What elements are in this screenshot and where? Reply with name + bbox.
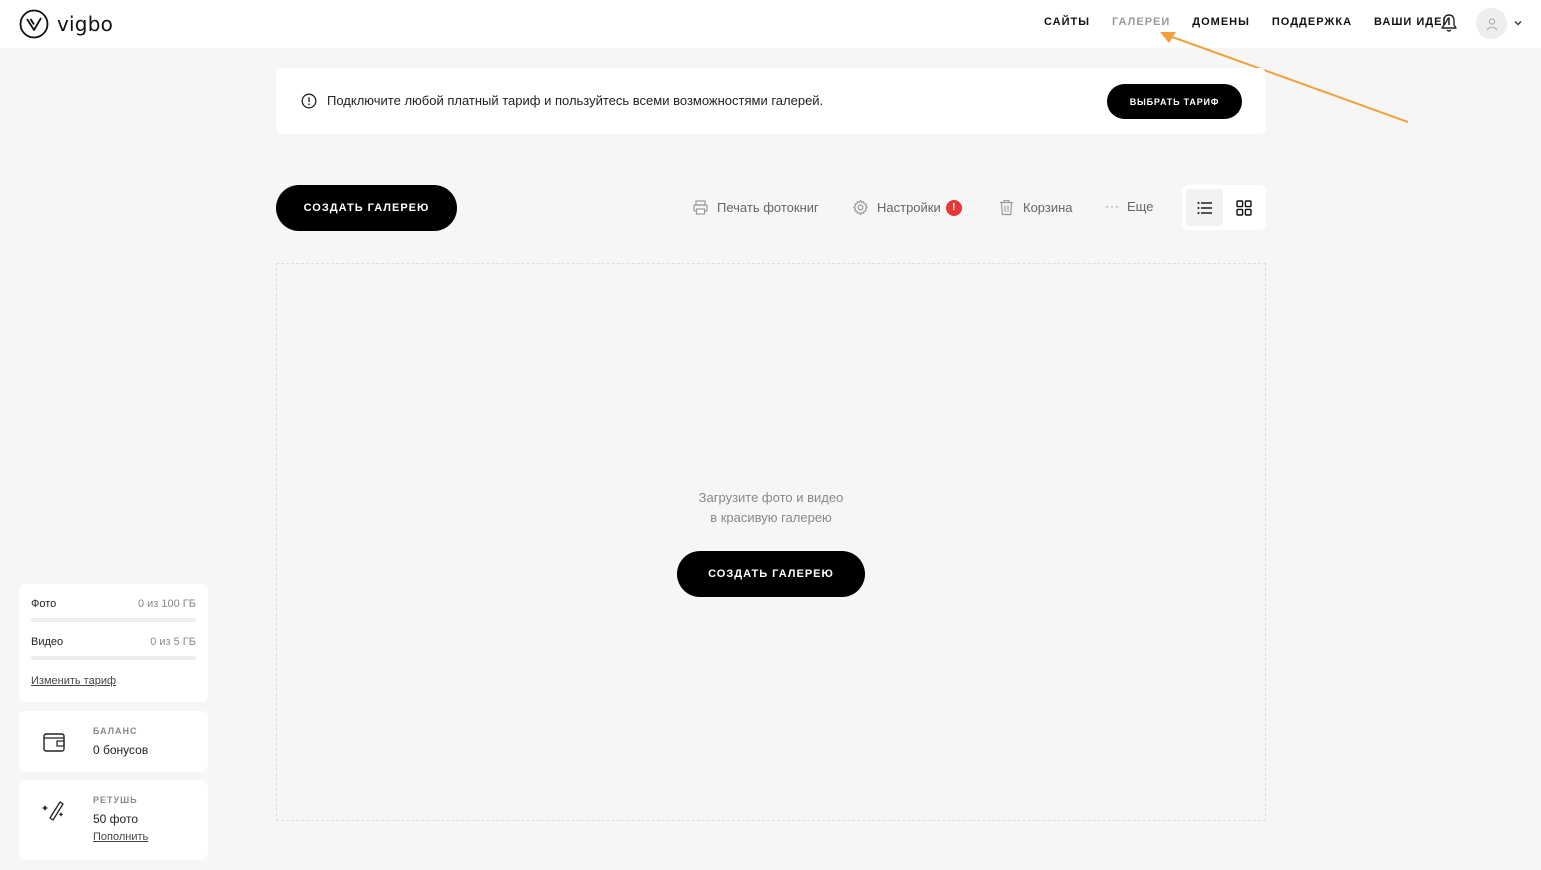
photo-storage-label: Фото <box>31 598 57 610</box>
list-view-button[interactable] <box>1186 189 1223 226</box>
video-storage-label: Видео <box>31 636 64 648</box>
video-storage-value: 0 из 5 ГБ <box>150 636 196 648</box>
retouch-card: РЕТУШЬ 50 фото Пополнить <box>19 780 208 860</box>
main-nav: САЙТЫ ГАЛЕРЕИ ДОМЕНЫ ПОДДЕРЖКА ВАШИ ИДЕИ <box>1044 16 1473 28</box>
balance-caption: БАЛАНС <box>93 726 138 736</box>
chevron-down-icon[interactable] <box>1513 19 1523 27</box>
change-plan-link[interactable]: Изменить тариф <box>31 675 116 687</box>
top-up-link[interactable]: Пополнить <box>93 831 148 843</box>
grid-view-button[interactable] <box>1225 189 1262 226</box>
gear-icon <box>853 199 868 216</box>
print-photobooks-button[interactable]: Печать фотокниг <box>692 199 819 216</box>
video-storage-row: Видео 0 из 5 ГБ <box>31 636 196 648</box>
settings-button[interactable]: Настройки ! <box>852 199 962 216</box>
more-button[interactable]: Еще <box>1105 198 1153 215</box>
more-dots-icon <box>1106 206 1118 208</box>
balance-value: 0 бонусов <box>93 743 149 757</box>
settings-label: Настройки <box>877 200 941 215</box>
banner-text: Подключите любой платный тариф и пользуй… <box>327 93 824 108</box>
grid-icon <box>1235 199 1252 216</box>
trash-icon <box>1000 199 1013 216</box>
bell-icon[interactable] <box>1440 13 1458 33</box>
create-gallery-center-button[interactable]: СОЗДАТЬ ГАЛЕРЕЮ <box>677 551 865 597</box>
info-icon <box>301 93 317 109</box>
magic-wand-icon <box>42 801 64 821</box>
settings-alert-badge: ! <box>945 199 962 216</box>
avatar[interactable] <box>1476 8 1507 39</box>
user-icon <box>1486 17 1497 30</box>
empty-state-line-2: в красивую галерею <box>710 510 832 525</box>
print-label: Печать фотокниг <box>717 200 819 215</box>
more-label: Еще <box>1127 199 1154 214</box>
balance-card[interactable]: БАЛАНС 0 бонусов <box>19 711 208 772</box>
trash-button[interactable]: Корзина <box>998 199 1073 216</box>
photo-storage-bar <box>31 618 196 622</box>
nav-item-sites[interactable]: САЙТЫ <box>1044 16 1090 28</box>
upgrade-banner: Подключите любой платный тариф и пользуй… <box>276 68 1266 134</box>
video-storage-bar <box>31 656 196 660</box>
empty-state-text: Загрузите фото и видео в красивую галере… <box>277 488 1265 528</box>
storage-card: Фото 0 из 100 ГБ Видео 0 из 5 ГБ Изменит… <box>19 584 208 702</box>
list-icon <box>1197 201 1212 214</box>
wallet-icon <box>43 733 65 752</box>
photo-storage-row: Фото 0 из 100 ГБ <box>31 598 196 610</box>
vigbo-logo-icon <box>19 9 49 39</box>
logo[interactable]: vigbo <box>19 9 113 39</box>
empty-gallery-area: Загрузите фото и видео в красивую галере… <box>276 263 1266 821</box>
retouch-caption: РЕТУШЬ <box>93 795 138 805</box>
logo-text: vigbo <box>57 12 114 36</box>
photo-storage-value: 0 из 100 ГБ <box>137 598 196 610</box>
top-header: vigbo САЙТЫ ГАЛЕРЕИ ДОМЕНЫ ПОДДЕРЖКА ВАШ… <box>0 0 1541 48</box>
printer-icon <box>693 200 708 215</box>
choose-plan-button[interactable]: ВЫБРАТЬ ТАРИФ <box>1107 84 1242 119</box>
create-gallery-button[interactable]: СОЗДАТЬ ГАЛЕРЕЮ <box>276 185 457 231</box>
nav-item-support[interactable]: ПОДДЕРЖКА <box>1272 16 1352 28</box>
nav-item-galleries[interactable]: ГАЛЕРЕИ <box>1112 16 1170 28</box>
trash-label: Корзина <box>1023 200 1073 215</box>
empty-state-line-1: Загрузите фото и видео <box>698 490 844 505</box>
view-mode-toggle <box>1182 185 1266 230</box>
retouch-value: 50 фото <box>93 812 138 826</box>
nav-item-domains[interactable]: ДОМЕНЫ <box>1192 16 1250 28</box>
